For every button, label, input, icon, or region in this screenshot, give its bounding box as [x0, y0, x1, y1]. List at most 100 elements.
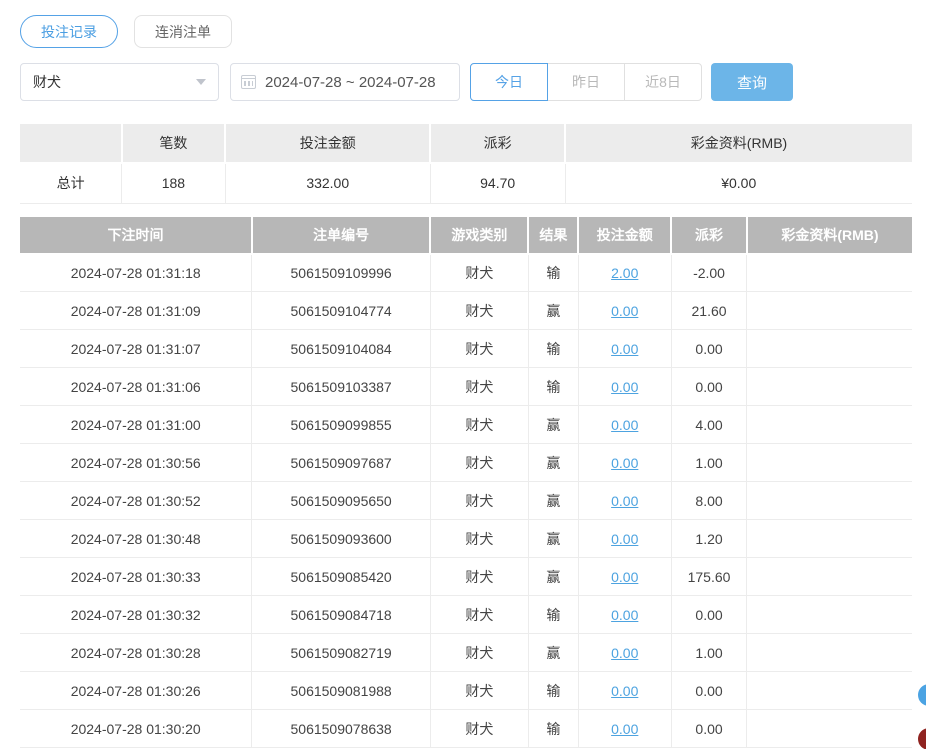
cell-game-type: 财犬	[430, 292, 528, 330]
yesterday-button[interactable]: 昨日	[547, 63, 625, 101]
table-row: 2024-07-28 01:31:095061509104774财犬赢0.002…	[20, 292, 912, 330]
cell-game-type: 财犬	[430, 444, 528, 482]
cell-bet-amount: 0.00	[578, 596, 671, 634]
quick-date-button-group: 今日 昨日 近8日	[470, 63, 702, 101]
date-range-value: 2024-07-28 ~ 2024-07-28	[265, 74, 436, 91]
cell-bet-amount: 0.00	[578, 520, 671, 558]
floating-button-top[interactable]	[918, 684, 926, 706]
cell-game-type: 财犬	[430, 672, 528, 710]
tab-cancelled-orders[interactable]: 连消注单	[134, 15, 232, 48]
cell-result: 赢	[528, 406, 578, 444]
cell-bet-time: 2024-07-28 01:30:56	[20, 444, 252, 482]
bet-amount-link[interactable]: 0.00	[611, 531, 638, 547]
cell-game-type: 财犬	[430, 520, 528, 558]
cell-order-no: 5061509085420	[252, 558, 430, 596]
cell-bonus	[747, 558, 912, 596]
cell-order-no: 5061509084718	[252, 596, 430, 634]
table-row: 2024-07-28 01:30:485061509093600财犬赢0.001…	[20, 520, 912, 558]
cell-order-no: 5061509104774	[252, 292, 430, 330]
column-header-3: 结果	[528, 216, 578, 254]
cell-game-type: 财犬	[430, 406, 528, 444]
cell-bet-amount: 0.00	[578, 444, 671, 482]
cell-bonus	[747, 672, 912, 710]
cell-bet-amount: 0.00	[578, 330, 671, 368]
cell-game-type: 财犬	[430, 710, 528, 748]
cell-order-no: 5061509104084	[252, 330, 430, 368]
cell-bet-time: 2024-07-28 01:30:52	[20, 482, 252, 520]
summary-header-row: 笔数 投注金额 派彩 彩金资料(RMB)	[20, 123, 912, 163]
cell-bet-time: 2024-07-28 01:30:20	[20, 710, 252, 748]
summary-header-bet-amount: 投注金额	[225, 123, 430, 163]
top-tabs: 投注记录 连消注单	[20, 15, 912, 48]
today-button[interactable]: 今日	[470, 63, 548, 101]
cell-payout: 1.00	[671, 444, 747, 482]
tab-betting-records[interactable]: 投注记录	[20, 15, 118, 48]
cell-order-no: 5061509078638	[252, 710, 430, 748]
cell-bet-amount: 0.00	[578, 634, 671, 672]
cell-game-type: 财犬	[430, 254, 528, 292]
summary-total-payout: 94.70	[430, 163, 565, 203]
column-header-1: 注单编号	[252, 216, 430, 254]
table-row: 2024-07-28 01:30:265061509081988财犬输 0.00 0…	[20, 672, 912, 710]
bet-amount-link[interactable]: 0.00	[611, 721, 638, 737]
cell-payout: 0.00	[671, 710, 747, 748]
bet-amount-link[interactable]: 0.00	[611, 303, 638, 319]
table-row: 2024-07-28 01:31:065061509103387财犬输0.000…	[20, 368, 912, 406]
game-select[interactable]: 财犬	[20, 63, 219, 101]
table-row: 2024-07-28 01:30:325061509084718财犬输0.000…	[20, 596, 912, 634]
cell-game-type: 财犬	[430, 482, 528, 520]
cell-payout: 1.00	[671, 634, 747, 672]
summary-total-row: 总计 188 332.00 94.70 ¥0.00	[20, 163, 912, 203]
cell-result: 赢	[528, 444, 578, 482]
table-row: 2024-07-28 01:31:185061509109996财犬输2.00-…	[20, 254, 912, 292]
table-row: 2024-07-28 01:30:335061509085420财犬赢0.001…	[20, 558, 912, 596]
bet-amount-link[interactable]: 0.00	[611, 379, 638, 395]
cell-payout: 0.00	[671, 672, 747, 710]
bet-amount-link[interactable]: 0.00	[611, 493, 638, 509]
column-header-2: 游戏类别	[430, 216, 528, 254]
summary-table: 笔数 投注金额 派彩 彩金资料(RMB) 总计 188 332.00 94.70…	[20, 122, 912, 204]
cell-bet-amount: 0.00	[578, 406, 671, 444]
cell-game-type: 财犬	[430, 330, 528, 368]
cell-bonus	[747, 368, 912, 406]
last-8-days-button[interactable]: 近8日	[624, 63, 702, 101]
cell-bet-time: 2024-07-28 01:30:26	[20, 672, 252, 710]
cell-result: 输	[528, 672, 578, 710]
summary-header-payout: 派彩	[430, 123, 565, 163]
bet-amount-link[interactable]: 0.00	[611, 645, 638, 661]
betting-records-page: 投注记录 连消注单 财犬 2024-07-28 ~ 2024-07-28 今日 …	[0, 0, 926, 749]
table-row: 2024-07-28 01:30:285061509082719财犬赢0.001…	[20, 634, 912, 672]
cell-bet-amount: 0.00	[578, 482, 671, 520]
cell-bet-amount: 0.00	[578, 672, 671, 710]
cell-payout: 0.00	[671, 330, 747, 368]
cell-order-no: 5061509081988	[252, 672, 430, 710]
cell-bonus	[747, 520, 912, 558]
floating-button-bottom[interactable]	[918, 728, 926, 749]
date-range-input[interactable]: 2024-07-28 ~ 2024-07-28	[230, 63, 460, 101]
cell-order-no: 5061509082719	[252, 634, 430, 672]
bet-amount-link[interactable]: 0.00	[611, 417, 638, 433]
bet-amount-link[interactable]: 0.00	[611, 683, 638, 699]
bet-amount-link[interactable]: 0.00	[611, 569, 638, 585]
bet-amount-link[interactable]: 0.00	[611, 607, 638, 623]
bet-amount-link[interactable]: 0.00	[611, 341, 638, 357]
cell-bet-time: 2024-07-28 01:30:28	[20, 634, 252, 672]
cell-bet-time: 2024-07-28 01:31:09	[20, 292, 252, 330]
cell-payout: 8.00	[671, 482, 747, 520]
query-button[interactable]: 查询	[711, 63, 793, 101]
table-row: 2024-07-28 01:30:565061509097687财犬赢0.001…	[20, 444, 912, 482]
cell-bet-time: 2024-07-28 01:31:07	[20, 330, 252, 368]
cell-order-no: 5061509093600	[252, 520, 430, 558]
table-row: 2024-07-28 01:30:205061509078638财犬输0.000…	[20, 710, 912, 748]
cell-bonus	[747, 406, 912, 444]
cell-result: 赢	[528, 482, 578, 520]
bet-amount-link[interactable]: 2.00	[611, 265, 638, 281]
cell-payout: 1.20	[671, 520, 747, 558]
cell-game-type: 财犬	[430, 596, 528, 634]
bet-amount-link[interactable]: 0.00	[611, 455, 638, 471]
cell-game-type: 财犬	[430, 634, 528, 672]
cell-result: 输	[528, 368, 578, 406]
cell-result: 赢	[528, 292, 578, 330]
cell-result: 输	[528, 330, 578, 368]
cell-game-type: 财犬	[430, 558, 528, 596]
